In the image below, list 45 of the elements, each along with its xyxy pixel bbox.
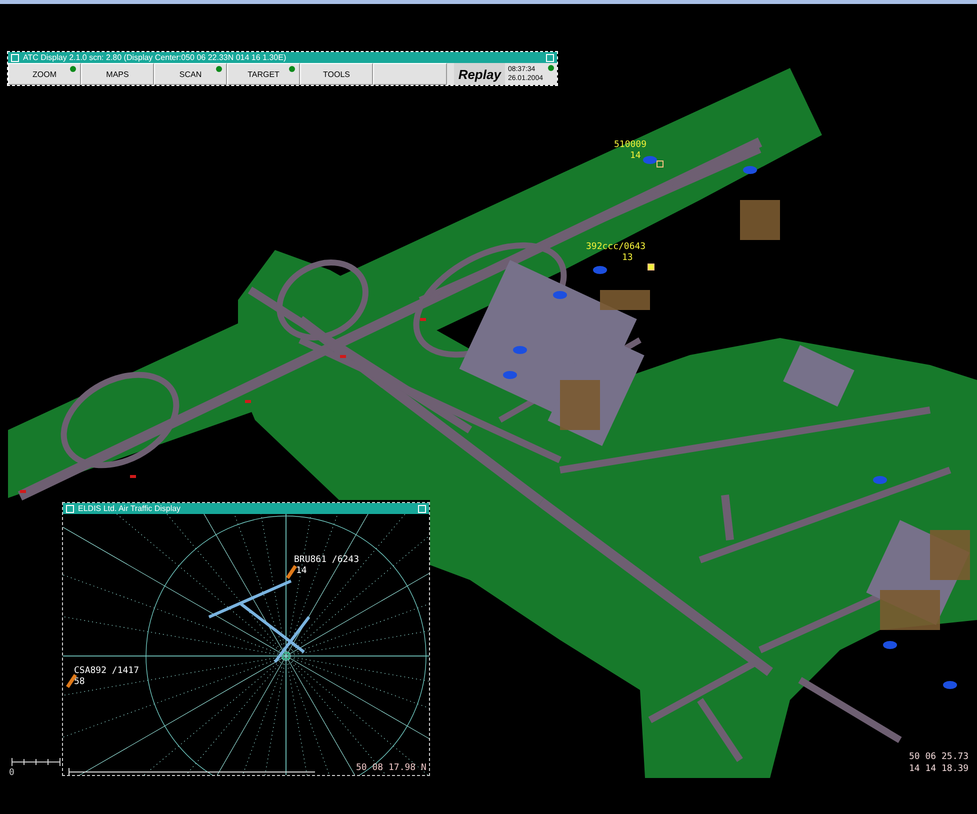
toolbar-button[interactable]: SCAN xyxy=(154,63,227,85)
radar-return-icon xyxy=(943,681,957,689)
window-title: ATC Display 2.1.0 scn: 2.80 (Display Center:050 06 22.33N 014 16 1.30E) xyxy=(23,53,288,62)
radar-clutter-drawing xyxy=(600,290,650,310)
radar-clutter-drawing xyxy=(930,530,970,580)
toolbar-button[interactable]: TARGET xyxy=(227,63,300,85)
stop-bar-icon xyxy=(245,400,251,403)
stop-bar-icon xyxy=(340,355,346,358)
target-altitude: 13 xyxy=(622,253,633,263)
toolbar-button[interactable]: ZOOM xyxy=(8,63,81,85)
coordinate-readout: 50 08 17.98 N xyxy=(356,763,426,773)
radar-return-icon xyxy=(503,371,517,379)
maximize-icon[interactable] xyxy=(418,504,426,512)
scale-label: 0 xyxy=(9,768,14,778)
radar-clutter-drawing xyxy=(560,380,600,430)
stop-bar-icon xyxy=(20,490,26,493)
mode-label: Replay xyxy=(454,63,505,85)
radar-return-icon xyxy=(873,476,887,484)
window-menu-icon[interactable] xyxy=(11,54,19,62)
target-altitude: 14 xyxy=(296,566,307,576)
aircraft-track-icon[interactable] xyxy=(286,565,297,579)
target-callsign: CSA892 /1417 xyxy=(74,666,140,676)
radar-clutter-drawing xyxy=(740,200,780,240)
target-altitude: 14 xyxy=(630,151,641,161)
target-marker-icon[interactable] xyxy=(648,264,654,270)
radar-return-icon xyxy=(593,266,607,274)
radar-return-icon xyxy=(883,641,897,649)
target-altitude: 58 xyxy=(74,677,85,687)
window-title: ELDIS Ltd. Air Traffic Display xyxy=(78,504,182,513)
stop-bar-icon xyxy=(420,318,426,321)
scale-bar-icon xyxy=(68,768,316,775)
radar-return-icon xyxy=(553,291,567,299)
radar-clutter-drawing xyxy=(880,590,940,630)
coordinate-readout: 14 14 18.39 xyxy=(909,764,969,774)
toolbar-button[interactable]: TOOLS xyxy=(300,63,373,85)
target-callsign: 392ccc/0643 xyxy=(586,242,646,252)
target-marker-icon[interactable] xyxy=(656,160,664,168)
radar-return-icon xyxy=(513,346,527,354)
radar-return-icon xyxy=(643,156,657,164)
toolbar-button[interactable]: MAPS xyxy=(81,63,154,85)
window-menu-icon[interactable] xyxy=(66,504,74,512)
coordinate-readout: 50 06 25.73 xyxy=(909,752,969,762)
radar-return-icon xyxy=(743,166,757,174)
stop-bar-icon xyxy=(130,475,136,478)
maximize-icon[interactable] xyxy=(546,54,554,62)
